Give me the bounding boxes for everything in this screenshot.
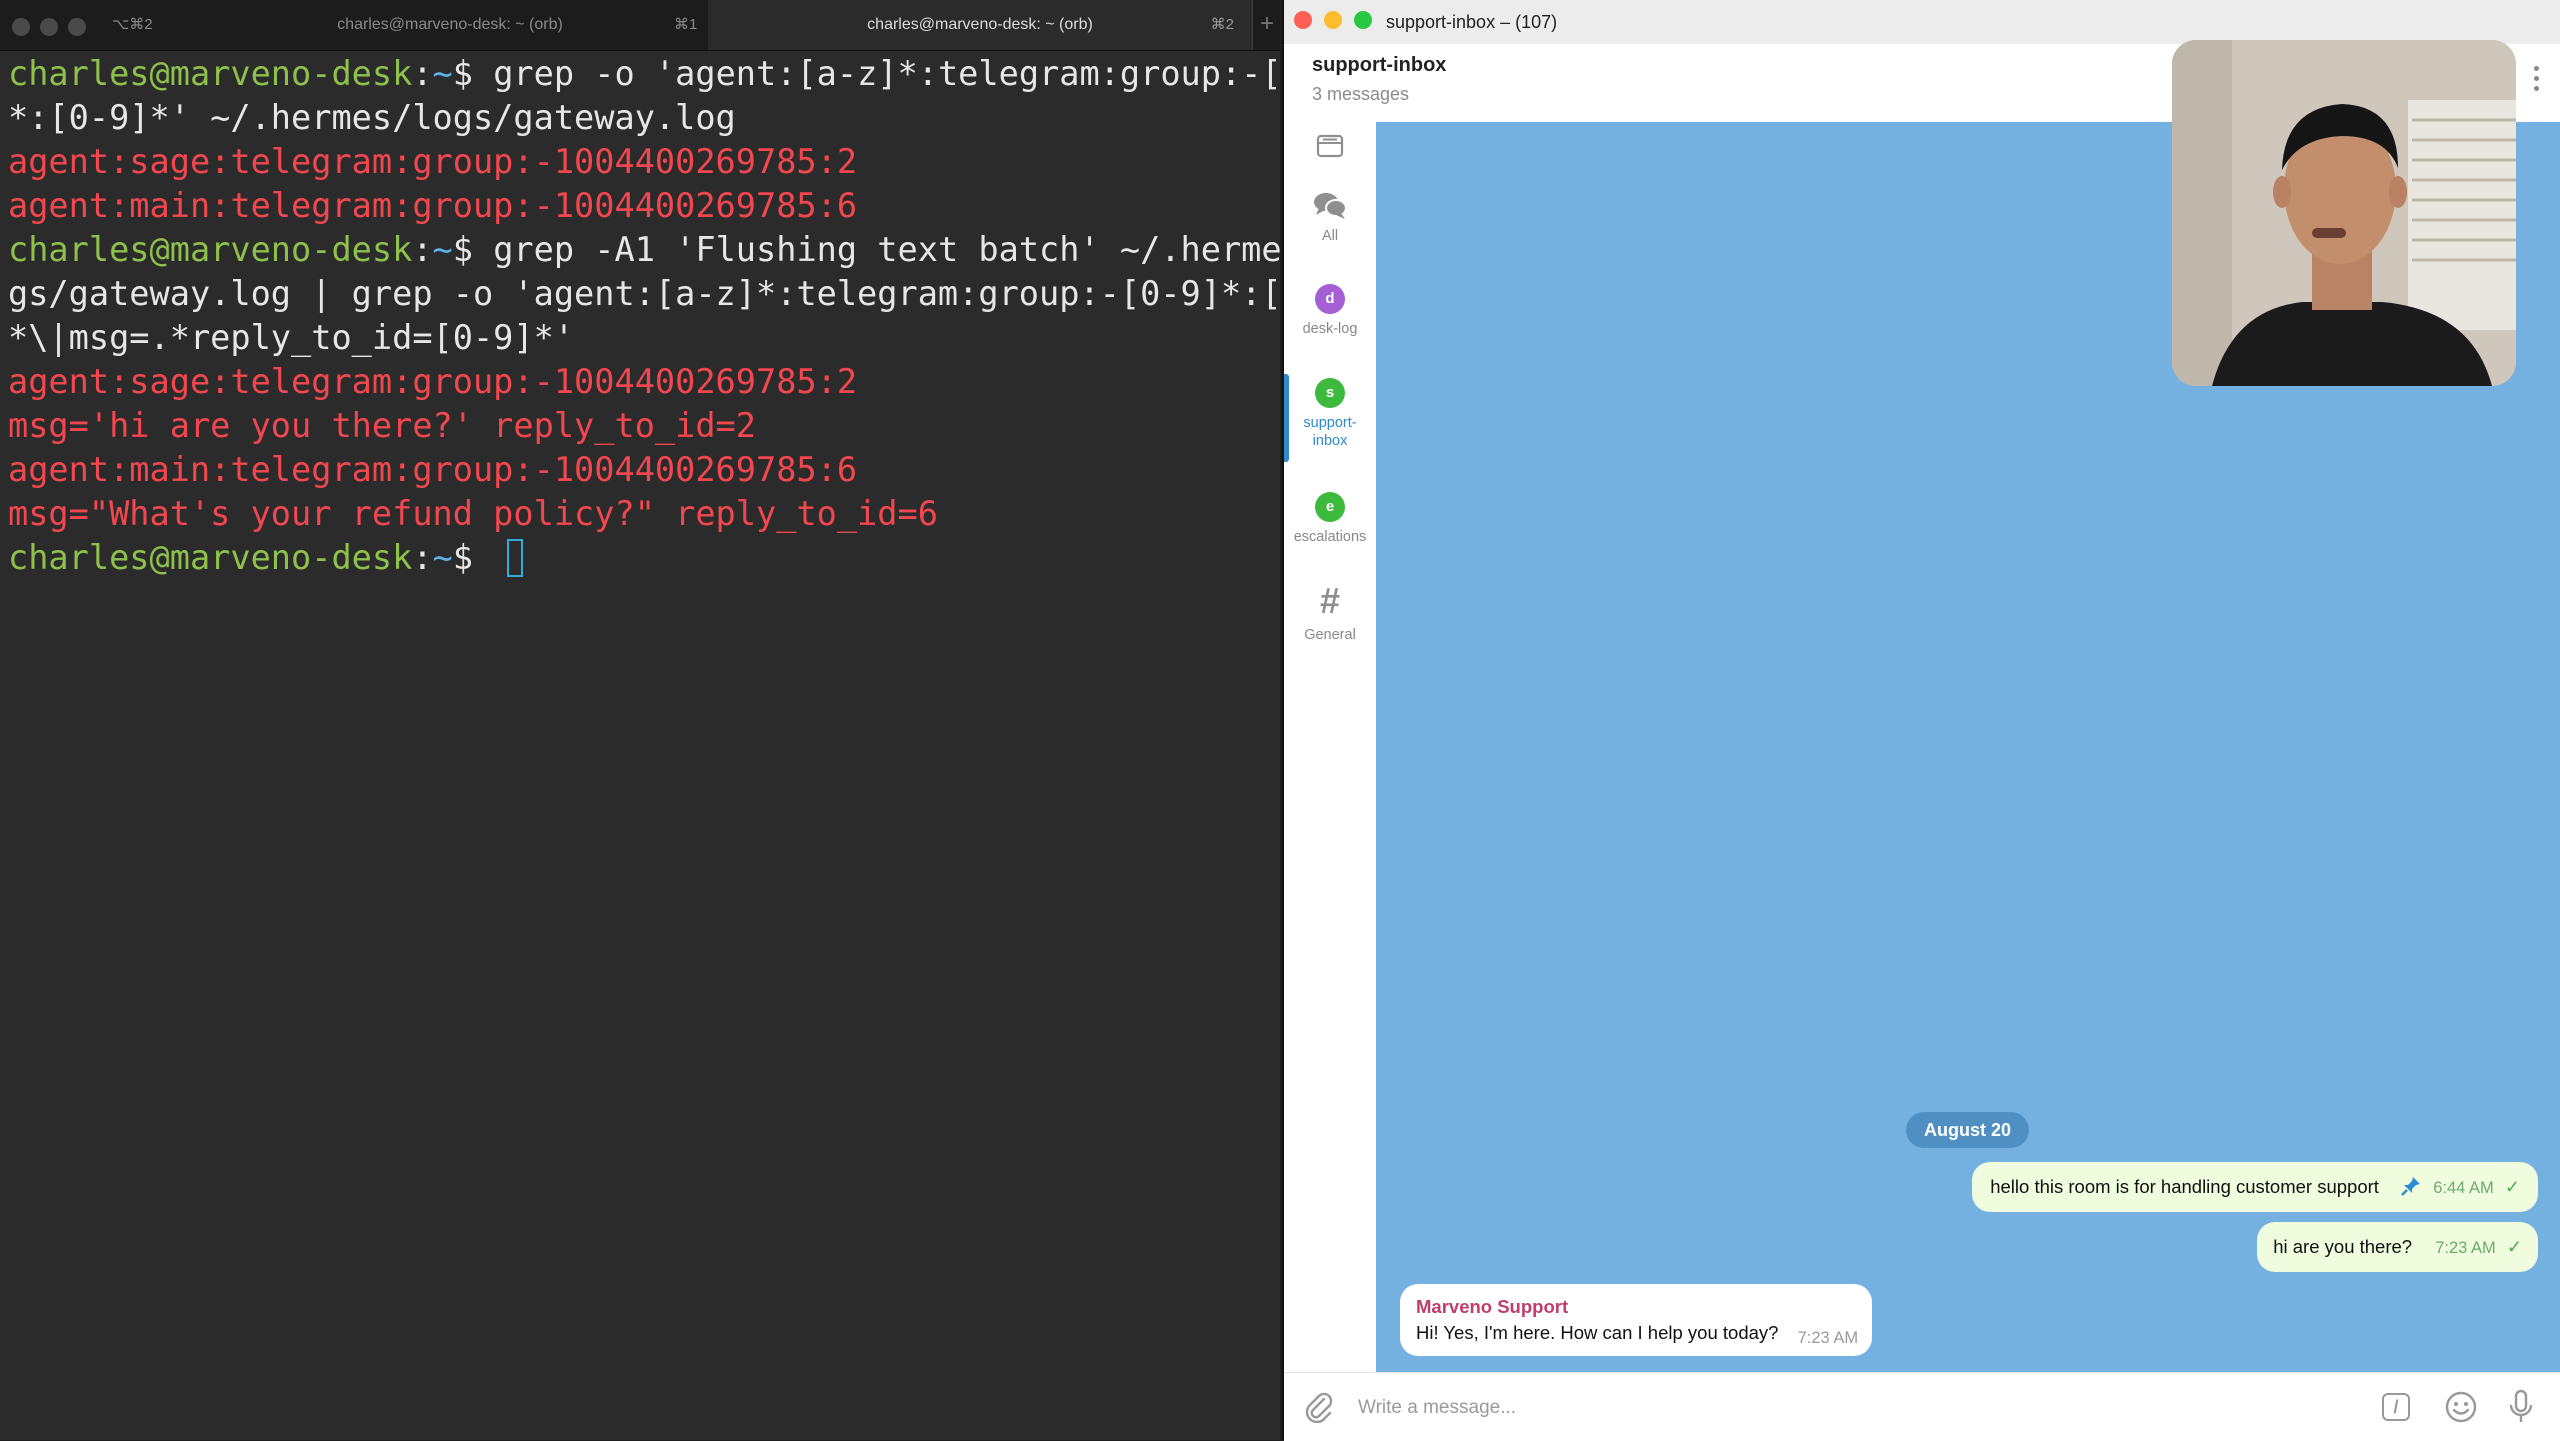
folder-desk-log[interactable]: d desk-log <box>1284 284 1376 338</box>
folder-support-inbox[interactable]: s support- inbox <box>1284 378 1376 450</box>
terminal-continuation-line: gs/gateway.log | grep -o 'agent:[a-z]*:t… <box>8 274 1363 313</box>
terminal-output-line: agent:main:telegram:group:-1004400269785… <box>8 450 858 489</box>
prompt-separator: : <box>412 538 433 577</box>
paperclip-icon[interactable] <box>1304 1391 1334 1423</box>
minimize-button[interactable] <box>1324 11 1342 29</box>
minimize-button[interactable] <box>40 18 58 36</box>
folder-general[interactable]: # General <box>1284 580 1376 644</box>
message-time: 7:23 AM <box>2435 1239 2496 1257</box>
message-input[interactable] <box>1356 1389 2360 1427</box>
close-button[interactable] <box>12 18 30 36</box>
bot-commands-icon[interactable]: / <box>2382 1393 2410 1421</box>
date-separator: August 20 <box>1906 1112 2030 1148</box>
read-check-icon: ✓ <box>2506 1237 2522 1257</box>
support-inbox-avatar-icon: s <box>1315 378 1345 408</box>
folder-label: escalations <box>1293 529 1367 545</box>
folder-inbox[interactable] <box>1284 134 1376 163</box>
window-title: support-inbox – (107) <box>1386 12 1558 32</box>
chat-bubbles-icon <box>1314 193 1347 219</box>
folder-all[interactable]: All <box>1284 190 1376 245</box>
prompt-path: ~ <box>432 538 453 577</box>
terminal-output-line: agent:sage:telegram:group:-1004400269785… <box>8 142 858 181</box>
zoom-button[interactable] <box>68 18 86 36</box>
prompt-separator: : <box>412 230 433 269</box>
video-feed-image <box>2172 40 2516 386</box>
terminal-output-line: msg="What's your refund policy?" reply_t… <box>8 494 938 533</box>
folder-sidebar: All d desk-log s support- inbox e escala… <box>1284 122 1377 1372</box>
escalations-avatar-icon: e <box>1315 492 1345 522</box>
close-button[interactable] <box>1294 11 1312 29</box>
terminal-output[interactable]: charles@marveno-desk:~$ grep -o 'agent:[… <box>8 52 1363 580</box>
terminal-command-line: charles@marveno-desk:~$ grep -o 'agent:[… <box>8 52 1362 96</box>
zoom-button[interactable] <box>1354 11 1372 29</box>
terminal-output-line: agent:sage:telegram:group:-1004400269785… <box>8 362 858 401</box>
folder-label: General <box>1304 627 1356 643</box>
prompt-path: ~ <box>432 230 453 269</box>
terminal-tab-bar: ⌥⌘2 charles@marveno-desk: ~ (orb) ⌘1 cha… <box>0 0 1280 51</box>
video-call-overlay[interactable] <box>2172 40 2516 386</box>
tab-shortcut-hint: ⌥⌘2 <box>112 16 153 33</box>
emoji-icon[interactable] <box>2444 1390 2478 1424</box>
terminal-cursor <box>507 539 524 577</box>
folder-escalations[interactable]: e escalations <box>1284 492 1376 546</box>
command-text: grep -A1 'Flushing text batch' ~/.hermes… <box>493 230 1363 269</box>
tab-shortcut: ⌘2 <box>1210 16 1234 33</box>
terminal-output-line: agent:main:telegram:group:-1004400269785… <box>8 186 858 225</box>
prompt-path: ~ <box>432 54 453 93</box>
folder-label: desk-log <box>1302 321 1358 337</box>
terminal-window[interactable]: ⌥⌘2 charles@marveno-desk: ~ (orb) ⌘1 cha… <box>0 0 1363 1440</box>
tab-title: charles@marveno-desk: ~ (orb) <box>867 16 1093 33</box>
message-text: hello this room is for handling customer… <box>1990 1176 2379 1197</box>
terminal-continuation-line: *:[0-9]*' ~/.hermes/logs/gateway.log <box>8 98 736 137</box>
microphone-icon[interactable] <box>2508 1389 2534 1425</box>
tab-title: charles@marveno-desk: ~ (orb) <box>337 16 563 33</box>
message-bubble-incoming[interactable]: Marveno Support Hi! Yes, I'm here. How c… <box>1400 1284 1873 1356</box>
terminal-output-line: msg='hi are you there?' reply_to_id=2 <box>8 406 756 445</box>
desk-log-avatar-icon: d <box>1315 284 1345 314</box>
message-bubble-outgoing[interactable]: hi are you there? 7:23 AM ✓ <box>2257 1222 2538 1272</box>
prompt-separator: : <box>412 54 433 93</box>
command-text: grep -o 'agent:[a-z]*:telegram:group:-[0… <box>493 54 1363 93</box>
message-composer: / <box>1284 1372 2560 1441</box>
terminal-tab-2[interactable]: charles@marveno-desk: ~ (orb) ⌘2 <box>708 0 1252 50</box>
terminal-tab-1[interactable]: charles@marveno-desk: ~ (orb) <box>180 0 720 50</box>
terminal-active-prompt[interactable]: charles@marveno-desk:~$ <box>8 536 1272 580</box>
chat-title: support-inbox <box>1312 54 1447 76</box>
sender-name[interactable]: Marveno Support <box>1416 1296 1858 1318</box>
chat-subtitle: 3 messages <box>1312 84 1410 104</box>
message-time: 6:44 AM <box>2433 1179 2494 1197</box>
window-titlebar: support-inbox – (107) <box>1284 0 2560 45</box>
message-text: Hi! Yes, I'm here. How can I help you to… <box>1416 1322 1779 1343</box>
message-bubble-outgoing[interactable]: hello this room is for handling customer… <box>1972 1162 2538 1212</box>
prompt-user: charles@marveno-desk <box>8 230 413 269</box>
prompt-user: charles@marveno-desk <box>8 54 413 93</box>
prompt-dollar: $ <box>452 54 494 93</box>
prompt-user: charles@marveno-desk <box>8 538 413 577</box>
prompt-dollar: $ <box>452 230 494 269</box>
terminal-command-line: charles@marveno-desk:~$ grep -A1 'Flushi… <box>8 228 1362 272</box>
hashtag-icon: # <box>1319 580 1341 621</box>
new-tab-button[interactable]: + <box>1252 0 1281 50</box>
folder-label: All <box>1321 228 1339 244</box>
more-options-icon[interactable] <box>2534 66 2540 96</box>
read-check-icon: ✓ <box>2504 1177 2520 1197</box>
message-text: hi are you there? <box>2273 1236 2413 1257</box>
prompt-dollar: $ <box>452 538 494 577</box>
inbox-tray-icon <box>1316 134 1344 158</box>
message-time: 7:23 AM <box>1797 1329 1859 1347</box>
tab-shortcut: ⌘1 <box>674 16 698 33</box>
pin-icon <box>2401 1177 2421 1196</box>
terminal-continuation-line: *\|msg=.*reply_to_id=[0-9]*' <box>8 318 575 357</box>
folder-label: support- inbox <box>1303 415 1357 449</box>
